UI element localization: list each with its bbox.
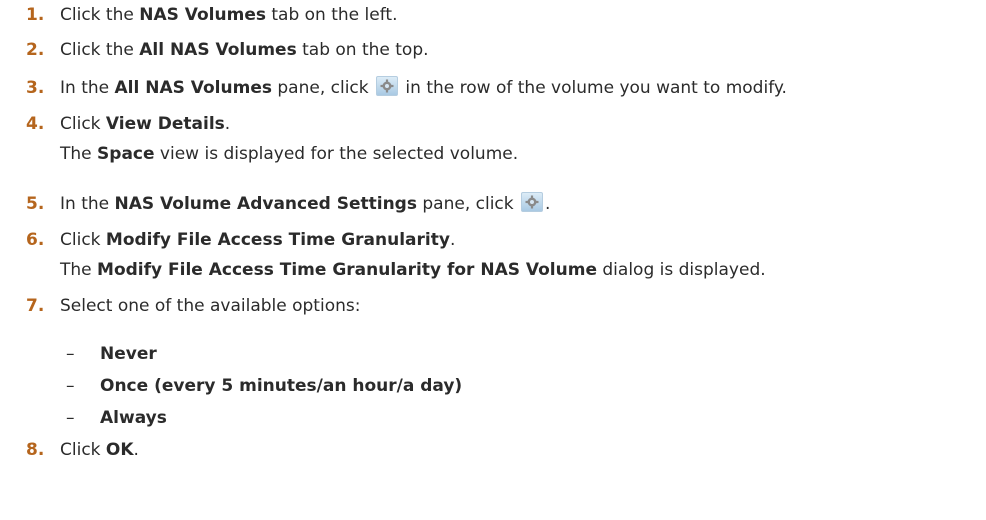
step-text: In the NAS Volume Advanced Settings pane… (60, 192, 550, 216)
step-text-pre: Click the (60, 5, 140, 25)
step-text-bold: Modify File Access Time Granularity (105, 230, 450, 250)
step-number: 2. (26, 40, 45, 60)
step-text: Click the All NAS Volumes tab on the top… (60, 38, 429, 62)
dash-bullet: – (66, 344, 75, 364)
note-text-post: dialog is displayed. (596, 260, 766, 280)
step-text-mid: pane, click (416, 194, 520, 214)
step-number: 8. (26, 440, 45, 460)
step-text-bold: NAS Volume Advanced Settings (114, 194, 417, 214)
note-text-bold: Modify File Access Time Granularity for … (97, 260, 597, 280)
step-text-bold: OK (105, 440, 134, 460)
step-text-post: . (545, 194, 551, 214)
step-text-bold: All NAS Volumes (114, 78, 272, 98)
dash-bullet: – (66, 408, 75, 428)
step-text: In the All NAS Volumes pane, click in th… (60, 76, 787, 100)
step-text-post: . (224, 114, 231, 134)
step-text-pre: Click (60, 230, 106, 250)
step-text-bold: NAS Volumes (139, 5, 266, 25)
step-note-text: The Modify File Access Time Granularity … (60, 258, 766, 282)
step-text-pre: In the (60, 78, 115, 98)
note-text-pre: The (60, 260, 98, 280)
step-text-pre: Select one of the available options: (60, 296, 361, 316)
step-text-post: . (449, 230, 456, 250)
step-number: 1. (26, 5, 45, 25)
step-text-pre: Click the (60, 40, 140, 60)
gear-icon (376, 76, 399, 96)
step-text-pre: Click (60, 114, 106, 134)
step-number: 6. (26, 230, 45, 250)
step-text-pre: Click (60, 440, 106, 460)
step-text-post: tab on the top. (296, 40, 429, 60)
note-text-bold: Space (97, 144, 155, 164)
step-text-post: . (133, 440, 139, 460)
step-number: 3. (26, 78, 45, 98)
step-text-mid: pane, click (271, 78, 375, 98)
note-text-pre: The (60, 144, 98, 164)
option-label: Once (every 5 minutes/an hour/a day) (100, 376, 463, 396)
step-text: Click OK. (60, 438, 139, 462)
step-number: 7. (26, 296, 45, 316)
option-label: Never (100, 344, 157, 364)
gear-icon (521, 192, 544, 212)
step-text: Click View Details. (60, 112, 230, 136)
step-text: Click Modify File Access Time Granularit… (60, 228, 455, 252)
dash-bullet: – (66, 376, 75, 396)
step-note-text: The Space view is displayed for the sele… (60, 142, 518, 166)
step-text-bold: View Details (105, 114, 225, 134)
step-number: 5. (26, 194, 45, 214)
step-text-bold: All NAS Volumes (139, 40, 297, 60)
step-text-pre: In the (60, 194, 115, 214)
step-text-post: tab on the left. (265, 5, 398, 25)
step-text-post: in the row of the volume you want to mod… (400, 78, 787, 98)
step-number: 4. (26, 114, 45, 134)
note-text-post: view is displayed for the selected volum… (154, 144, 519, 164)
step-text: Select one of the available options: (60, 294, 360, 318)
option-label: Always (100, 408, 167, 428)
step-text: Click the NAS Volumes tab on the left. (60, 3, 397, 27)
